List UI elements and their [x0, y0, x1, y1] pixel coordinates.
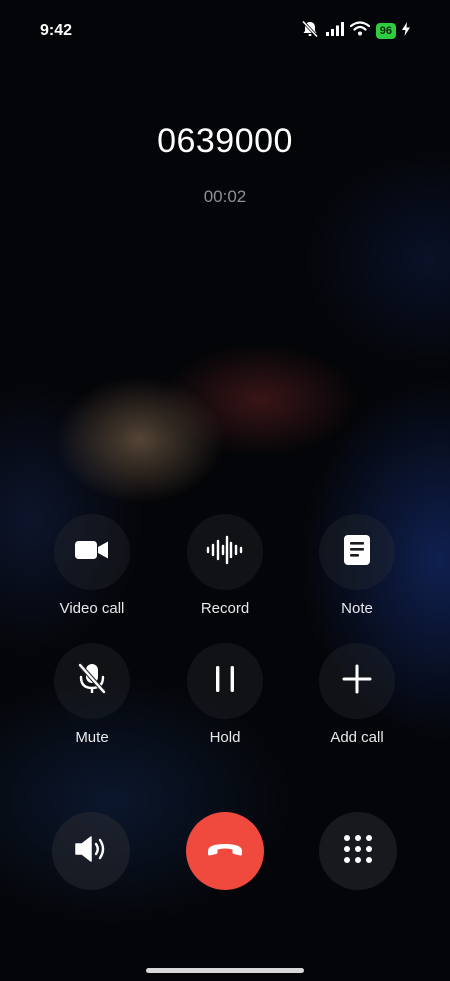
record-button[interactable]: Record [165, 514, 285, 617]
pause-icon [214, 665, 236, 698]
hold-button[interactable]: Hold [165, 643, 285, 746]
speaker-button[interactable] [52, 812, 130, 890]
waveform-icon [206, 535, 244, 570]
mute-button[interactable]: Mute [32, 643, 152, 746]
note-label: Note [341, 600, 373, 617]
add-call-button[interactable]: Add call [297, 643, 417, 746]
end-call-button[interactable] [186, 812, 264, 890]
charging-bolt-icon [402, 21, 410, 41]
mute-label: Mute [75, 729, 109, 746]
call-duration: 00:02 [203, 187, 247, 206]
record-circle[interactable] [187, 514, 263, 590]
signal-icon [325, 21, 344, 41]
hold-label: Hold [209, 729, 241, 746]
note-button[interactable]: Note [297, 514, 417, 617]
add-call-circle[interactable] [319, 643, 395, 719]
status-bar: 9:42 96 [0, 0, 450, 62]
in-call-screen: 9:42 96 0639000 00:02 Video call Record … [0, 0, 450, 981]
video-camera-icon [74, 538, 110, 567]
plus-icon [342, 664, 372, 699]
caller-number: 0639000 [157, 122, 293, 160]
hold-circle[interactable] [187, 643, 263, 719]
dialpad-button[interactable] [319, 812, 397, 890]
add-call-label: Add call [330, 729, 384, 746]
dialpad-icon [343, 834, 373, 869]
mute-bell-icon [300, 19, 320, 43]
wifi-icon [349, 21, 370, 41]
video-call-circle[interactable] [54, 514, 130, 590]
home-indicator[interactable] [146, 968, 304, 973]
video-call-button[interactable]: Video call [32, 514, 152, 617]
record-label: Record [200, 600, 250, 617]
end-call-icon [206, 840, 244, 863]
video-call-label: Video call [59, 600, 125, 617]
note-circle[interactable] [319, 514, 395, 590]
mute-circle[interactable] [54, 643, 130, 719]
status-icons: 96 [300, 19, 410, 43]
status-time: 9:42 [40, 22, 73, 39]
speaker-icon [74, 834, 108, 869]
note-icon [343, 534, 371, 571]
battery-icon: 96 [375, 23, 396, 39]
mic-off-icon [77, 662, 107, 701]
